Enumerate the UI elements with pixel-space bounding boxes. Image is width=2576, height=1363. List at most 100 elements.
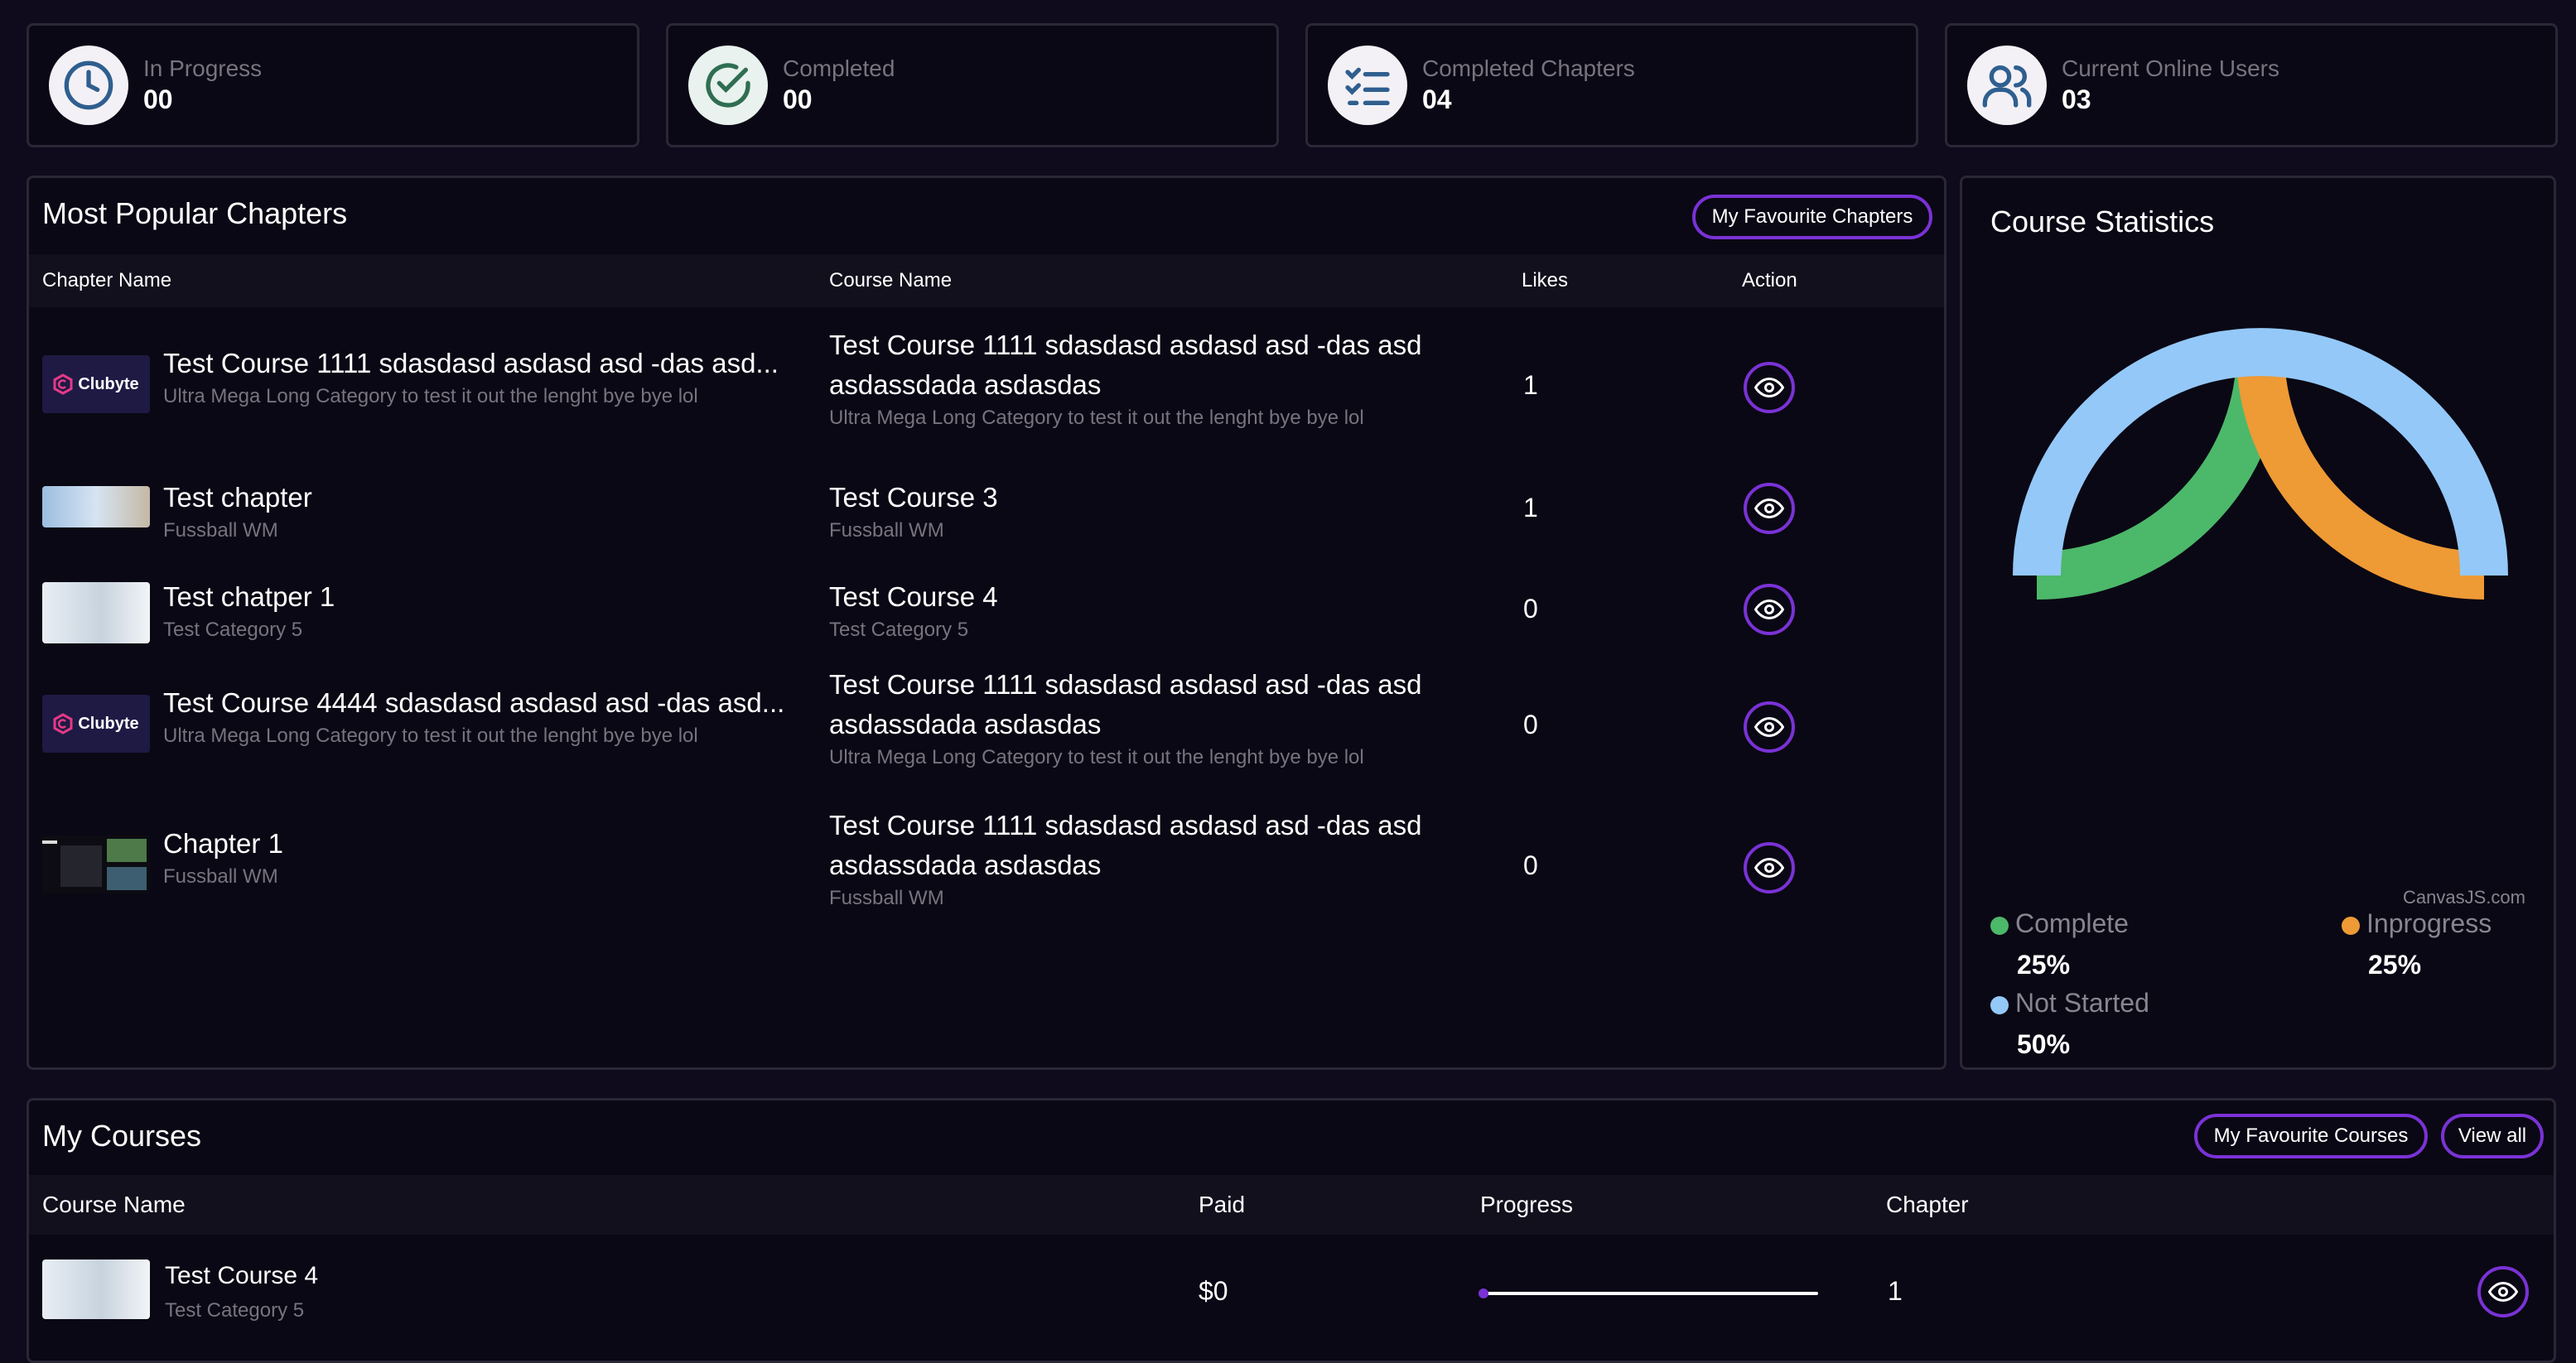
checklist-icon [1328, 46, 1407, 125]
chapter-category: Ultra Mega Long Category to test it out … [163, 725, 698, 747]
table-header: Course Name Paid Progress Chapter [29, 1175, 2554, 1235]
view-button[interactable] [1744, 362, 1795, 413]
eye-icon [1754, 498, 1784, 519]
stat-card-completed-chapters: Completed Chapters 04 [1305, 23, 1918, 147]
table-row: Test Course 4 Test Category 5 $0 1 [29, 1246, 2554, 1346]
stat-label: Completed [783, 55, 895, 81]
clubyte-logo-icon [53, 373, 73, 395]
course-name: Test Course 4 [829, 581, 998, 612]
panel-title: Course Statistics [1990, 205, 2215, 238]
view-button[interactable] [2477, 1266, 2529, 1317]
check-circle-icon [688, 46, 768, 125]
likes-count: 1 [1523, 370, 1538, 400]
course-name-cont: asdassdada asdasdas [829, 709, 1102, 739]
chapter-thumbnail [42, 836, 150, 893]
doughnut-chart [2013, 328, 2508, 600]
column-header-chapter[interactable]: Chapter Name [42, 269, 171, 292]
likes-count: 0 [1523, 594, 1538, 624]
chapter-name[interactable]: Test Course 1111 sdasdasd asdasd asd -da… [163, 344, 809, 383]
legend-dot [1990, 916, 2009, 935]
stat-card-online-users: Current Online Users 03 [1945, 23, 2558, 147]
course-category: Ultra Mega Long Category to test it out … [829, 746, 1364, 768]
course-name: Test Course 1111 sdasdasd asdasd asd -da… [829, 810, 1422, 840]
likes-count: 1 [1523, 493, 1538, 523]
eye-icon [1754, 857, 1784, 879]
table-row: Test chapter Fussball WM Test Course 3 F… [29, 466, 1944, 557]
stat-card-in-progress: In Progress 00 [27, 23, 639, 147]
clock-icon [49, 46, 128, 125]
likes-count: 0 [1523, 850, 1538, 880]
chapter-thumbnail [42, 582, 150, 643]
legend-dot [1990, 995, 2009, 1014]
view-button[interactable] [1744, 483, 1795, 534]
column-header-progress[interactable]: Progress [1480, 1192, 1573, 1218]
column-header-paid[interactable]: Paid [1199, 1192, 1245, 1218]
stat-label: In Progress [143, 55, 263, 81]
course-name-cont: asdassdada asdasdas [829, 850, 1102, 880]
my-courses-panel: My Courses My Favourite Courses View all… [27, 1098, 2556, 1363]
legend-item-complete[interactable]: Complete [1990, 908, 2129, 939]
progress-knob [1479, 1288, 1488, 1298]
legend-label: Not Started [2015, 988, 2149, 1018]
stat-value: 04 [1422, 84, 1452, 114]
chart-credit[interactable]: CanvasJS.com [2403, 887, 2525, 908]
course-thumbnail [42, 1259, 150, 1319]
column-header-chapter[interactable]: Chapter [1886, 1192, 1969, 1218]
chapter-name[interactable]: Test chatper 1 [163, 577, 809, 617]
table-header: Chapter Name Course Name Likes Action [29, 254, 1944, 307]
legend-value: 50% [2017, 1029, 2071, 1059]
chapter-name[interactable]: Chapter 1 [163, 824, 809, 864]
dashboard: In Progress 00 Completed 00 Completed Ch… [0, 0, 2576, 1363]
course-name: Test Course 1111 sdasdasd asdasd asd -da… [829, 330, 1422, 360]
legend-value: 25% [2017, 950, 2071, 980]
chapter-name[interactable]: Test Course 4444 sdasdasd asdasd asd -da… [163, 683, 809, 723]
chapter-thumbnail [42, 486, 150, 527]
table-row: Chapter 1 Fussball WM Test Course 1111 s… [29, 806, 1944, 930]
clubyte-logo-text: Clubyte [78, 374, 139, 393]
eye-icon [2488, 1281, 2518, 1303]
chapter-count: 1 [1888, 1276, 1903, 1306]
chapter-category: Ultra Mega Long Category to test it out … [163, 385, 698, 407]
stat-value: 03 [2062, 84, 2091, 114]
panel-title: Most Popular Chapters [42, 196, 348, 230]
view-button[interactable] [1744, 842, 1795, 893]
stat-card-completed: Completed 00 [666, 23, 1279, 147]
course-category: Test Category 5 [165, 1299, 305, 1322]
chapter-thumbnail: Clubyte [42, 695, 150, 753]
course-category: Fussball WM [829, 887, 944, 909]
stat-value: 00 [143, 84, 173, 114]
view-all-button[interactable]: View all [2441, 1114, 2544, 1158]
eye-icon [1754, 716, 1784, 738]
clubyte-logo-text: Clubyte [78, 714, 139, 733]
my-favourite-courses-button[interactable]: My Favourite Courses [2194, 1114, 2428, 1158]
course-name[interactable]: Test Course 4 [165, 1258, 318, 1294]
course-name: Test Course 1111 sdasdasd asdasd asd -da… [829, 669, 1422, 700]
legend-item-not-started[interactable]: Not Started [1990, 988, 2149, 1019]
chapter-category: Fussball WM [163, 519, 278, 542]
course-name: Test Course 3 [829, 482, 998, 513]
legend-label: Complete [2015, 908, 2129, 938]
clubyte-logo-icon [53, 713, 73, 734]
column-header-likes[interactable]: Likes [1522, 269, 1568, 292]
column-header-course[interactable]: Course Name [829, 269, 952, 292]
panel-title: My Courses [42, 1119, 202, 1153]
chapter-category: Test Category 5 [163, 619, 303, 641]
course-category: Test Category 5 [829, 619, 969, 641]
table-row: Clubyte Test Course 4444 sdasdasd asdasd… [29, 665, 1944, 789]
my-favourite-chapters-button[interactable]: My Favourite Chapters [1692, 195, 1932, 239]
legend-value: 25% [2368, 950, 2422, 980]
legend-label: Inprogress [2366, 908, 2492, 938]
course-category: Ultra Mega Long Category to test it out … [829, 407, 1364, 429]
users-icon [1967, 46, 2047, 125]
course-name-cont: asdassdada asdasdas [829, 369, 1102, 400]
legend-item-inprogress[interactable]: Inprogress [2342, 908, 2492, 939]
view-button[interactable] [1744, 584, 1795, 635]
column-header-course[interactable]: Course Name [42, 1192, 186, 1218]
eye-icon [1754, 599, 1784, 620]
table-row: Clubyte Test Course 1111 sdasdasd asdasd… [29, 325, 1944, 450]
view-button[interactable] [1744, 701, 1795, 753]
chapter-thumbnail: Clubyte [42, 355, 150, 413]
chapter-name[interactable]: Test chapter [163, 478, 809, 518]
likes-count: 0 [1523, 710, 1538, 739]
column-header-action: Action [1742, 269, 1797, 291]
